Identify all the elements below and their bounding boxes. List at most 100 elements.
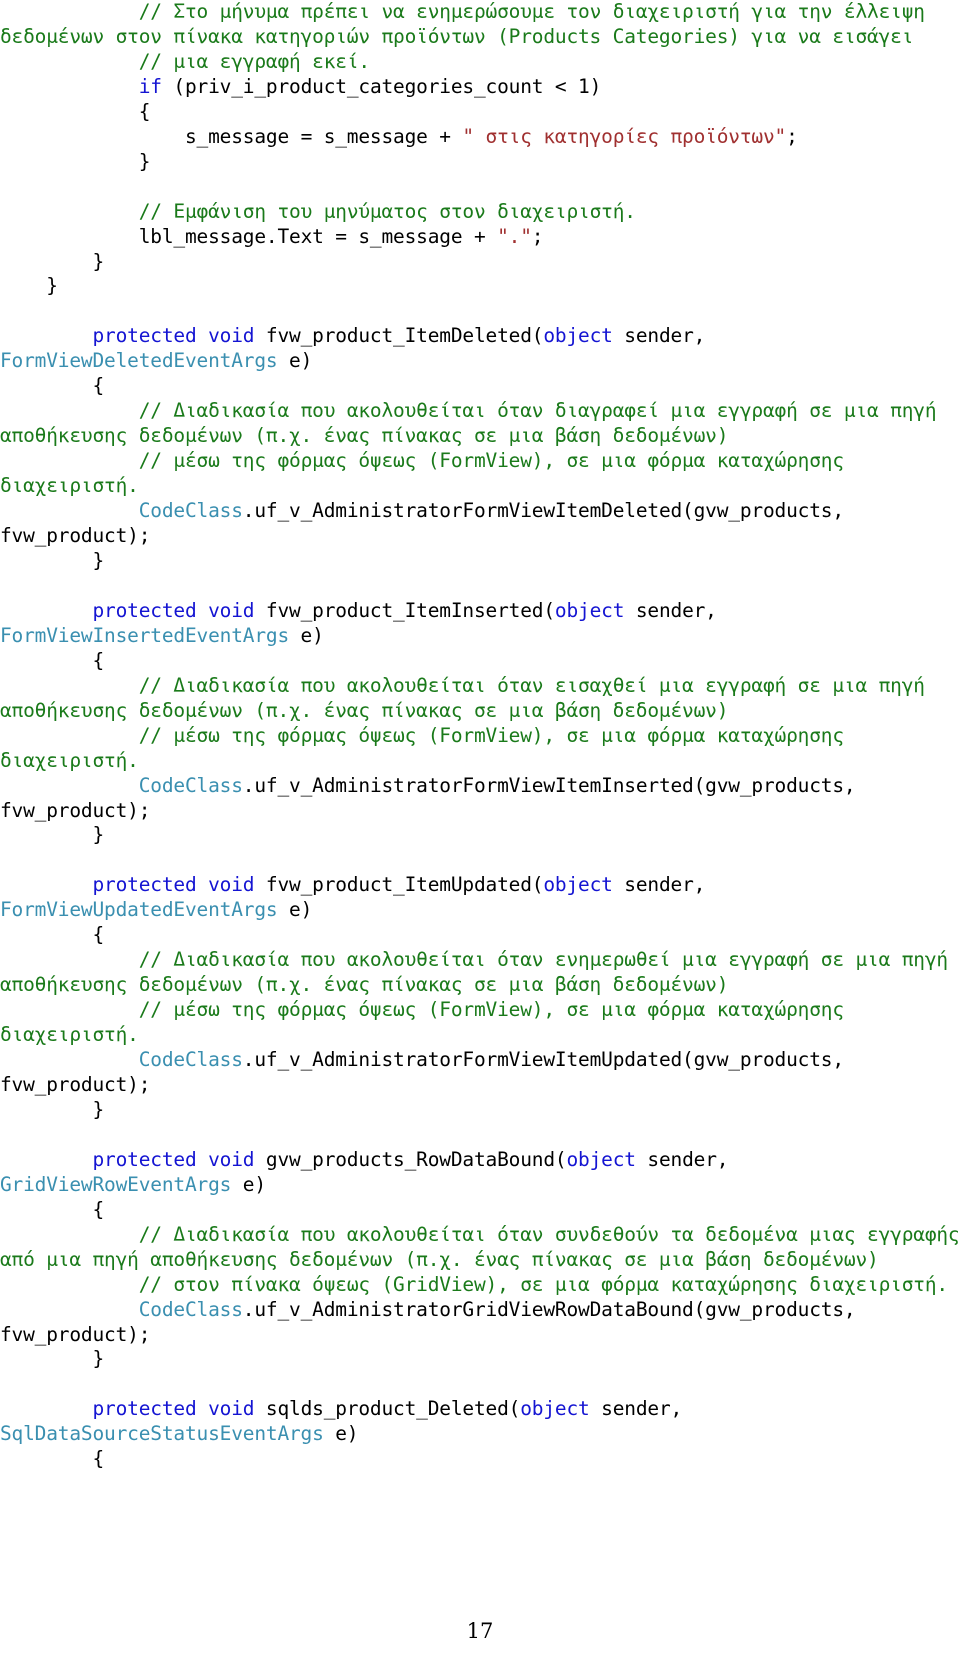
code-identifier: sender, [635,1147,740,1171]
code-keyword: object [543,873,613,897]
code-identifier: } [138,149,151,173]
code-line: } [0,1347,960,1372]
code-identifier: e) [277,898,313,922]
code-identifier: e) [323,1422,359,1446]
code-line: { [0,923,960,948]
code-listing: // Στο μήνυμα πρέπει να ενημερώσουμε τον… [0,0,960,1472]
code-line: s_message = s_message + " στις κατηγορίε… [0,125,960,150]
code-identifier: { [92,1447,105,1471]
code-identifier: gvw_products_RowDataBound( [254,1147,567,1171]
code-type: CodeClass [138,499,243,523]
code-identifier: lbl_message.Text = s_message + [138,224,498,248]
code-line: { [0,1198,960,1223]
code-identifier: { [92,374,105,398]
code-comment: // Εμφάνιση του μηνύματος στον διαχειρισ… [138,199,636,223]
code-identifier: } [46,274,58,298]
code-line: // μέσω της φόρμας όψεως (FormView), σε … [0,449,960,499]
code-line [0,299,960,324]
code-comment: // Διαδικασία που ακολουθείται όταν συνδ… [0,1222,960,1271]
code-identifier: s_message = s_message + [184,124,463,148]
code-line: // Διαδικασία που ακολουθείται όταν συνδ… [0,1223,960,1273]
code-type: CodeClass [138,773,243,797]
code-identifier: } [92,548,105,572]
page-number: 17 [466,1619,494,1643]
code-blank [0,574,12,597]
code-line [0,1372,960,1397]
code-identifier: e) [277,349,313,373]
code-line [0,574,960,599]
code-line: // μια εγγραφή εκεί. [0,50,960,75]
code-identifier: fvw_product_ItemInserted( [254,598,555,622]
code-line: { [0,100,960,125]
code-line: protected void gvw_products_RowDataBound… [0,1148,960,1198]
code-keyword: protected void [92,324,255,348]
code-identifier: (priv_i_product_categories_count < 1) [161,74,602,98]
code-line: lbl_message.Text = s_message + "."; [0,225,960,250]
code-identifier: sender, [589,1397,694,1421]
code-line: { [0,374,960,399]
code-identifier: { [138,99,151,123]
code-line: // μέσω της φόρμας όψεως (FormView), σε … [0,998,960,1048]
code-line: CodeClass.uf_v_AdministratorFormViewItem… [0,774,960,824]
code-line: // στον πίνακα όψεως (GridView), σε μια … [0,1273,960,1298]
code-comment: // Διαδικασία που ακολουθείται όταν εισα… [0,673,937,722]
code-line: if (priv_i_product_categories_count < 1) [0,75,960,100]
code-identifier: ; [531,224,544,248]
code-string: " στις κατηγορίες προϊόντων" [462,124,787,148]
code-blank [0,175,12,198]
code-keyword: protected void [92,1397,255,1421]
code-identifier: sender, [612,324,717,348]
code-type: CodeClass [138,1297,243,1321]
code-line: { [0,649,960,674]
code-type: FormViewUpdatedEventArgs [0,898,278,922]
code-comment: // Διαδικασία που ακολουθείται όταν ενημ… [0,948,960,997]
code-line: // Διαδικασία που ακολουθείται όταν διαγ… [0,399,960,449]
code-identifier: e) [231,1172,266,1196]
code-identifier: } [92,1347,105,1371]
code-line: } [0,250,960,275]
code-identifier: ; [786,124,798,148]
code-identifier: sender, [612,873,717,897]
code-identifier: } [92,823,105,847]
code-comment: // μια εγγραφή εκεί. [138,49,370,73]
code-type: CodeClass [138,1048,243,1072]
code-line [0,175,960,200]
code-type: FormViewDeletedEventArgs [0,349,278,373]
code-line: protected void fvw_product_ItemUpdated(o… [0,873,960,923]
code-keyword: object [566,1147,636,1171]
code-type: SqlDataSourceStatusEventArgs [0,1422,324,1446]
code-keyword: object [554,598,625,622]
code-keyword: protected void [92,873,255,897]
code-line: protected void sqlds_product_Deleted(obj… [0,1397,960,1447]
code-line: // μέσω της φόρμας όψεως (FormView), σε … [0,724,960,774]
code-string: "." [497,224,532,248]
code-line: } [0,823,960,848]
code-line: { [0,1447,960,1472]
code-identifier: { [92,923,105,947]
